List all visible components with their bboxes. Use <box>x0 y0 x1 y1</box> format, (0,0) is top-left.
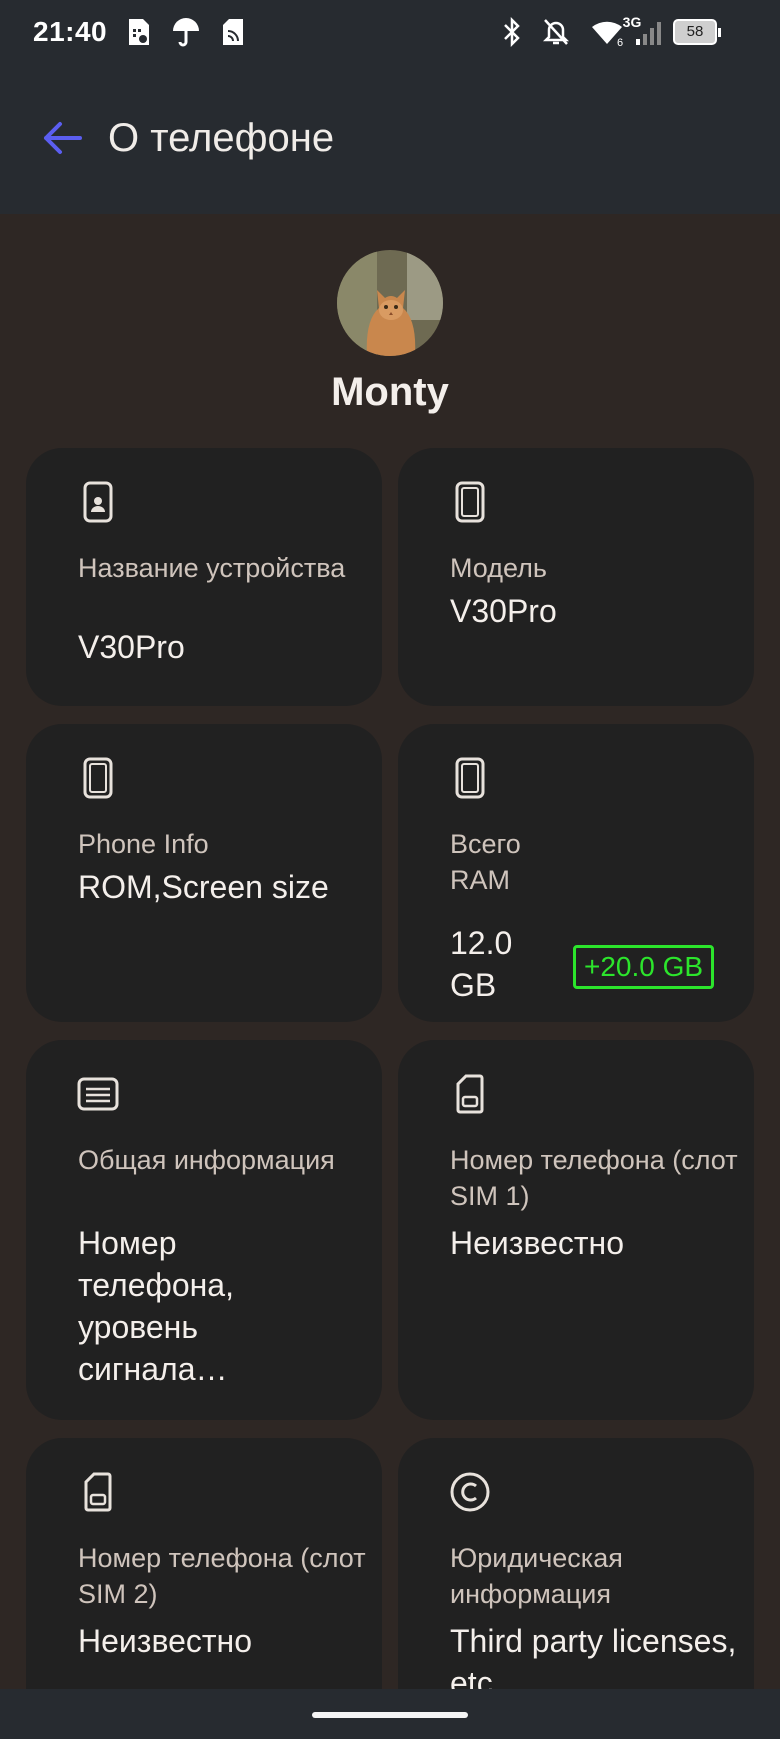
card-value: 12.0 GB <box>450 925 513 1003</box>
card-label: Юридическая информация <box>450 1543 623 1609</box>
about-phone-content[interactable]: Monty Название устройства V30Pro Модель … <box>0 214 780 1689</box>
card-value: V30Pro <box>450 593 557 629</box>
card-model[interactable]: Модель V30Pro <box>398 448 754 706</box>
phone-portrait-icon <box>74 478 122 526</box>
profile-name: Monty <box>331 370 449 414</box>
navigation-bar <box>0 1689 780 1739</box>
card-label: Всего RAM <box>450 829 521 895</box>
card-legal-info[interactable]: Юридическая информация Third party licen… <box>398 1438 754 1689</box>
card-general-info[interactable]: Общая информация Номер телефона, уровень… <box>26 1040 382 1420</box>
card-phone-info[interactable]: Phone Info ROM,Screen size <box>26 724 382 1022</box>
card-value: Неизвестно <box>450 1225 625 1261</box>
ram-extension-badge: +20.0 GB <box>573 945 715 989</box>
copyright-icon <box>446 1468 494 1516</box>
sim-settings-icon <box>126 16 152 48</box>
sim-card-icon <box>446 1070 494 1118</box>
card-value: Неизвестно <box>78 1623 253 1659</box>
card-value: Third party licenses, etc <box>450 1623 737 1689</box>
phone-icon <box>74 754 122 802</box>
cat-photo-icon <box>337 250 443 356</box>
signal-icon <box>634 16 664 48</box>
page-title: О телефоне <box>108 116 335 160</box>
card-value: ROM,Screen size <box>78 869 329 905</box>
bluetooth-icon <box>498 16 526 48</box>
card-value: Номер телефона, уровень сигнала… <box>78 1225 234 1387</box>
status-time: 21:40 <box>33 16 108 47</box>
sim-card-icon <box>74 1468 122 1516</box>
card-label: Номер телефона (слот SIM 2) <box>78 1543 366 1609</box>
status-bar: 21:40 6 3G 58 <box>0 0 780 66</box>
card-label: Phone Info <box>78 829 209 859</box>
phone-icon <box>446 478 494 526</box>
battery-icon: 58 <box>672 16 722 48</box>
svg-text:6: 6 <box>617 37 623 47</box>
app-bar: О телефоне <box>0 66 780 214</box>
phone-icon <box>446 754 494 802</box>
card-phone-number-sim2[interactable]: Номер телефона (слот SIM 2) Неизвестно <box>26 1438 382 1689</box>
sim-card-icon <box>220 16 246 48</box>
umbrella-icon <box>170 16 202 48</box>
card-label: Модель <box>450 553 547 583</box>
home-gesture-handle[interactable] <box>312 1712 468 1718</box>
card-label: Номер телефона (слот SIM 1) <box>450 1145 738 1211</box>
arrow-left-icon <box>44 122 82 154</box>
card-value: V30Pro <box>78 629 185 665</box>
battery-level: 58 <box>673 19 717 45</box>
card-label: Название устройства <box>78 553 346 583</box>
back-button[interactable] <box>30 106 94 170</box>
card-device-name[interactable]: Название устройства V30Pro <box>26 448 382 706</box>
card-label: Общая информация <box>78 1145 335 1175</box>
card-total-ram[interactable]: Всего RAM 12.0 GB +20.0 GB <box>398 724 754 1022</box>
notifications-off-icon <box>540 16 572 48</box>
card-phone-number-sim1[interactable]: Номер телефона (слот SIM 1) Неизвестно <box>398 1040 754 1420</box>
avatar[interactable] <box>337 250 443 356</box>
document-icon <box>74 1070 122 1118</box>
